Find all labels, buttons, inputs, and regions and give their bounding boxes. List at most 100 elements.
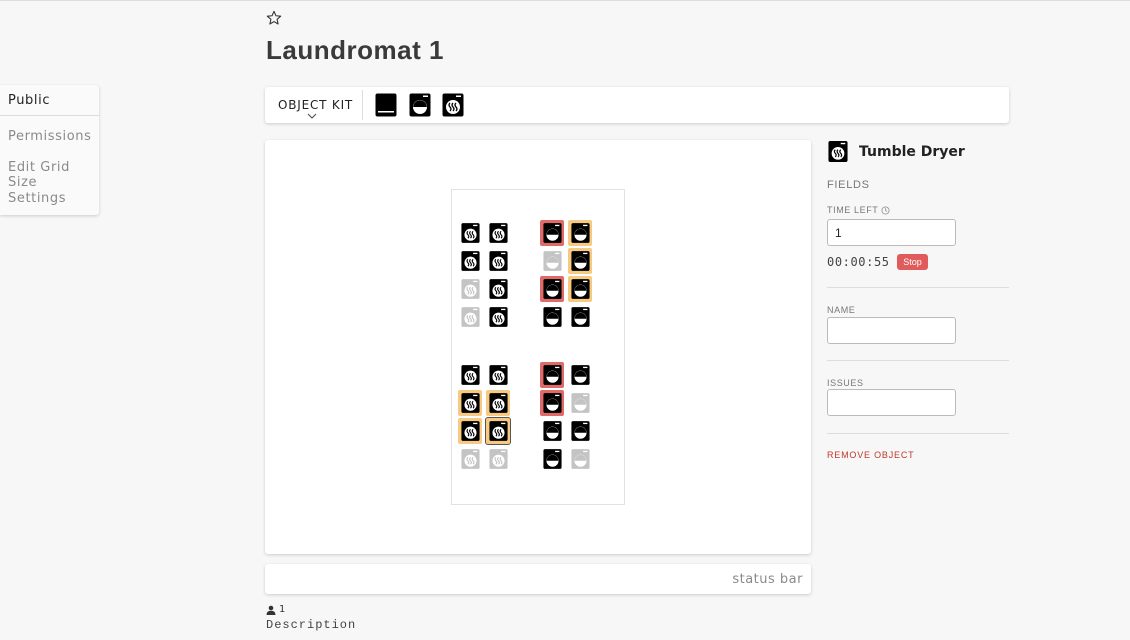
object-title: Tumble Dryer <box>859 144 965 160</box>
dryer-icon <box>460 223 480 243</box>
washer-machine[interactable] <box>568 220 592 246</box>
dryer-icon <box>460 365 480 385</box>
time-left-label: TIME LEFT <box>827 205 890 215</box>
time-left-input[interactable] <box>827 219 956 246</box>
washer-machine[interactable] <box>568 304 592 330</box>
washer-icon <box>570 421 590 441</box>
washer-machine[interactable] <box>568 390 592 416</box>
dryer-machine[interactable] <box>458 276 482 302</box>
dryer-icon <box>488 251 508 271</box>
washer-icon <box>570 251 590 271</box>
panel-divider <box>827 433 1009 434</box>
washer-icon <box>570 449 590 469</box>
washer-icon <box>542 307 562 327</box>
dryer-icon <box>460 307 480 327</box>
dryer-machine[interactable] <box>458 248 482 274</box>
page-title: Laundromat 1 <box>266 35 444 65</box>
user-icon <box>266 605 276 615</box>
dryer-machine[interactable] <box>486 362 510 388</box>
dryer-machine[interactable] <box>486 390 510 416</box>
washer-icon <box>542 365 562 385</box>
toolbar-divider <box>362 90 363 120</box>
dryer-machine[interactable] <box>486 220 510 246</box>
issues-input[interactable] <box>827 389 956 416</box>
machine-grid <box>451 189 625 505</box>
washer-machine[interactable] <box>568 362 592 388</box>
washer-machine[interactable] <box>540 446 564 472</box>
dryer-machine[interactable] <box>458 446 482 472</box>
washer-icon <box>542 393 562 413</box>
dryer-machine[interactable] <box>458 362 482 388</box>
dryer-icon <box>488 421 508 441</box>
dryer-icon <box>460 251 480 271</box>
user-count-value: 1 <box>279 604 286 615</box>
dryer-machine[interactable] <box>485 417 511 445</box>
dryer-icon <box>488 365 508 385</box>
washer-machine[interactable] <box>540 418 564 444</box>
menu-item-edit-grid-size[interactable]: Edit Grid Size <box>8 160 99 190</box>
washer-icon <box>542 223 562 243</box>
washer-icon <box>570 279 590 299</box>
dryer-icon[interactable] <box>442 93 464 117</box>
time-left-label-text: TIME LEFT <box>827 205 879 215</box>
washer-machine[interactable] <box>568 276 592 302</box>
layout-canvas[interactable] <box>265 140 811 554</box>
countdown-timer: 00:00:55 <box>827 255 890 269</box>
washer-machine[interactable] <box>540 362 564 388</box>
dryer-machine[interactable] <box>458 418 482 444</box>
object-kit-toolbar: OBJECT KIT <box>265 87 1009 123</box>
washer-machine[interactable] <box>568 446 592 472</box>
name-label: NAME <box>827 305 856 315</box>
object-kit-dropdown[interactable]: OBJECT KIT <box>278 98 353 112</box>
dryer-icon <box>828 141 848 162</box>
washer-machine[interactable] <box>540 276 564 302</box>
dryer-machine[interactable] <box>486 276 510 302</box>
dryer-icon <box>488 393 508 413</box>
dryer-icon <box>460 449 480 469</box>
washer-machine[interactable] <box>568 248 592 274</box>
name-input[interactable] <box>827 317 956 344</box>
description-text[interactable]: Description <box>266 618 356 632</box>
panel-divider <box>827 287 1009 288</box>
dryer-machine[interactable] <box>458 220 482 246</box>
dryer-icon <box>488 449 508 469</box>
dryer-icon <box>460 279 480 299</box>
menu-divider <box>0 115 99 116</box>
dryer-icon <box>460 421 480 441</box>
washer-icon <box>542 449 562 469</box>
washer-icon <box>570 307 590 327</box>
dryer-machine[interactable] <box>486 248 510 274</box>
washer-icon <box>570 365 590 385</box>
clock-icon <box>881 205 890 215</box>
dryer-icon <box>488 279 508 299</box>
status-bar: status bar <box>265 564 811 594</box>
menu-item-settings[interactable]: Settings <box>8 191 66 206</box>
dryer-machine[interactable] <box>486 304 510 330</box>
user-count: 1 <box>266 604 285 615</box>
dryer-icon <box>488 307 508 327</box>
washer-icon <box>570 223 590 243</box>
washer-icon <box>570 393 590 413</box>
dryer-machine[interactable] <box>486 446 510 472</box>
dryer-machine[interactable] <box>458 304 482 330</box>
status-text: status bar <box>732 572 803 587</box>
washer-machine[interactable] <box>540 304 564 330</box>
chevron-down-icon[interactable] <box>307 113 317 119</box>
table-icon[interactable] <box>375 93 397 117</box>
dryer-machine[interactable] <box>458 390 482 416</box>
remove-object-link[interactable]: REMOVE OBJECT <box>827 450 914 460</box>
washer-machine[interactable] <box>540 220 564 246</box>
washer-icon[interactable] <box>409 93 431 117</box>
washer-icon <box>542 279 562 299</box>
washer-machine[interactable] <box>568 418 592 444</box>
menu-item-permissions[interactable]: Permissions <box>8 129 92 144</box>
fields-heading: FIELDS <box>827 179 870 191</box>
star-icon[interactable] <box>266 10 282 26</box>
stop-button[interactable]: Stop <box>897 254 928 270</box>
washer-machine[interactable] <box>540 390 564 416</box>
washer-icon <box>542 421 562 441</box>
menu-item-public[interactable]: Public <box>8 93 50 108</box>
washer-machine[interactable] <box>540 248 564 274</box>
issues-label: ISSUES <box>827 378 864 388</box>
panel-divider <box>827 360 1009 361</box>
